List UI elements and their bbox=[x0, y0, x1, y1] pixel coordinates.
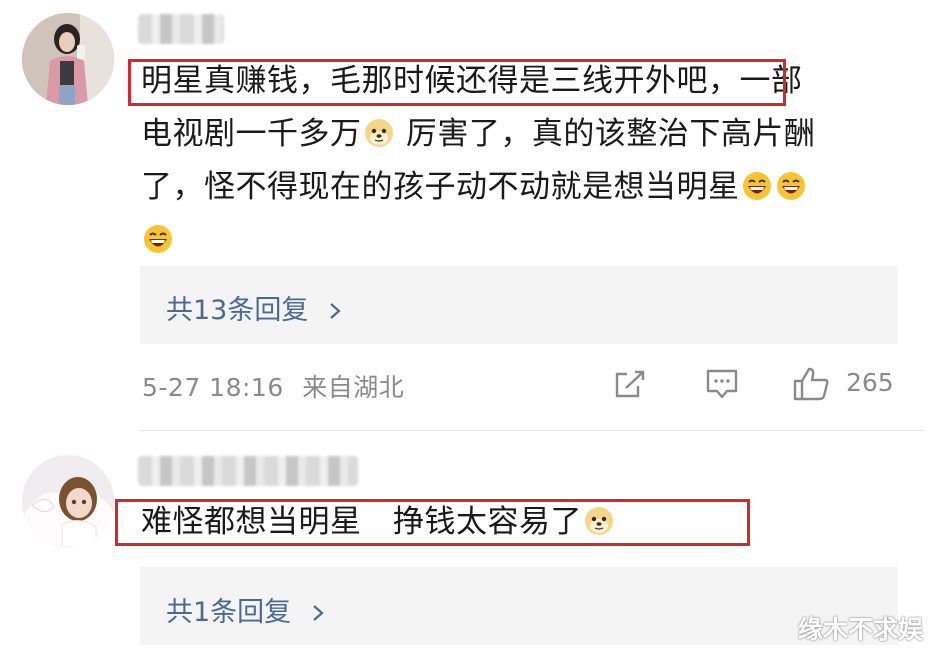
avatar[interactable] bbox=[22, 455, 114, 547]
doge-emoji-icon bbox=[364, 119, 393, 147]
comment-icon[interactable] bbox=[705, 368, 739, 400]
grin-emoji-icon bbox=[776, 172, 805, 200]
view-replies-link[interactable]: 共1条回复 bbox=[166, 590, 326, 629]
chevron-right-icon bbox=[313, 605, 324, 621]
view-replies-link[interactable]: 共13条回复 bbox=[166, 288, 343, 327]
avatar[interactable] bbox=[22, 13, 114, 105]
watermark: 缘木不求娱 bbox=[798, 615, 924, 644]
avatar-doll-icon bbox=[22, 455, 114, 547]
comment-location: 来自湖北 bbox=[302, 373, 405, 402]
comment-text-segment: 电视剧一千多万 bbox=[141, 116, 362, 152]
username-blurred[interactable] bbox=[138, 14, 224, 44]
comment-meta: 5-27 18:16 来自湖北 bbox=[142, 368, 404, 404]
comment-timestamp: 5-27 18:16 bbox=[142, 373, 284, 402]
grin-emoji-icon bbox=[742, 172, 771, 200]
chevron-right-icon bbox=[330, 303, 341, 319]
share-icon[interactable] bbox=[614, 369, 646, 399]
view-replies-label: 共13条回复 bbox=[166, 295, 309, 326]
highlight-box bbox=[128, 59, 786, 106]
comment-divider bbox=[140, 430, 925, 431]
view-replies-label: 共1条回复 bbox=[166, 597, 292, 628]
like-thumbs-up-icon[interactable] bbox=[792, 366, 830, 402]
username-blurred[interactable] bbox=[138, 456, 358, 486]
highlight-box bbox=[115, 499, 750, 546]
comment-text-segment: 厉害了，真的该整治下高片酬 bbox=[395, 116, 816, 152]
avatar-woman-selfie-icon bbox=[22, 13, 114, 105]
comment-text-segment: 了，怪不得现在的孩子动不动就是想当明星 bbox=[141, 169, 740, 205]
like-count: 265 bbox=[846, 368, 894, 397]
grin-emoji-icon bbox=[144, 225, 172, 253]
